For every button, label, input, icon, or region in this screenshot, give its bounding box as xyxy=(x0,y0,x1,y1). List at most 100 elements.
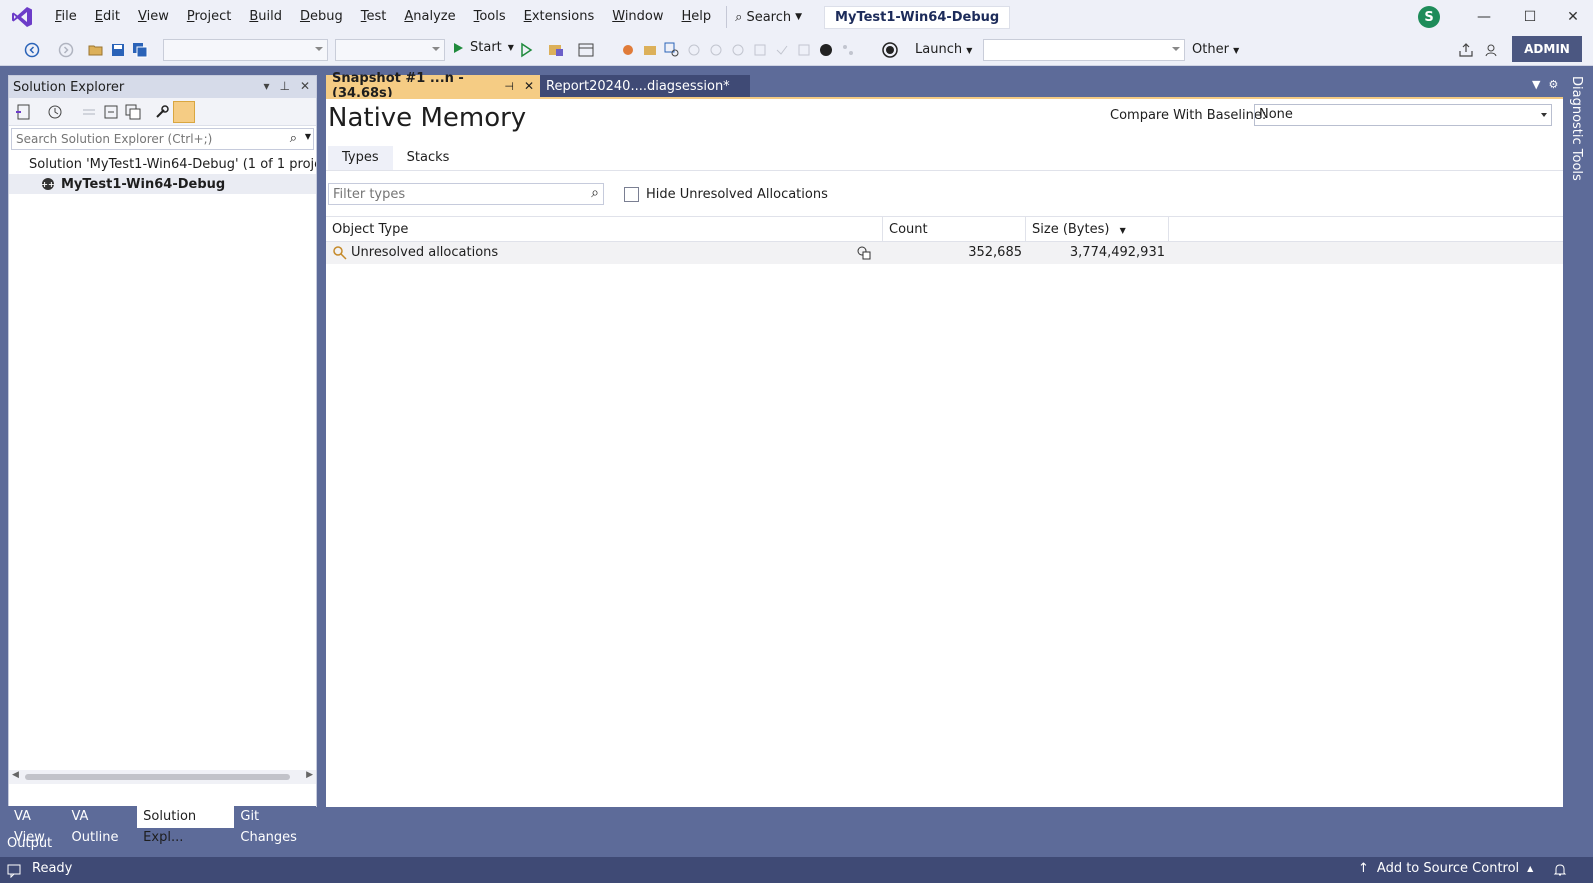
chevron-down-icon[interactable]: ▾ xyxy=(263,79,269,93)
history-icon[interactable] xyxy=(47,104,63,120)
tree-item-solution[interactable]: Solution 'MyTest1-Win64-Debug' (1 of 1 p… xyxy=(9,154,316,174)
tab-stacks[interactable]: Stacks xyxy=(393,146,464,170)
notification-output-icon[interactable] xyxy=(6,862,22,878)
bell-icon[interactable] xyxy=(1552,862,1568,878)
debug-tool-icon[interactable] xyxy=(642,42,658,58)
close-icon[interactable]: ✕ xyxy=(524,79,534,93)
menu-help[interactable]: Help xyxy=(673,0,721,34)
open-folder-icon[interactable] xyxy=(88,42,104,58)
switch-views-icon[interactable] xyxy=(15,104,31,120)
find-in-files-icon[interactable] xyxy=(664,42,680,58)
document-tabs: Snapshot #1 ...n - (34.68s) ⊣ ✕ Report20… xyxy=(326,71,750,101)
menu-project[interactable]: Project xyxy=(178,0,241,34)
account-avatar[interactable]: S xyxy=(1418,6,1440,28)
scroll-left-icon[interactable]: ◀ xyxy=(12,770,19,780)
other-button[interactable]: Other ▼ xyxy=(1192,42,1239,57)
preview-selected-items-icon[interactable] xyxy=(173,101,195,123)
column-header-count[interactable]: Count xyxy=(883,217,1026,241)
chevron-down-icon: ▼ xyxy=(1233,46,1240,55)
menu-extensions[interactable]: Extensions xyxy=(515,0,604,34)
scroll-right-icon[interactable]: ▶ xyxy=(306,770,313,780)
diagnostic-tools-rail[interactable]: Diagnostic Tools xyxy=(1565,70,1593,810)
share-icon[interactable] xyxy=(1458,42,1474,58)
menu-debug[interactable]: Debug xyxy=(291,0,352,34)
solution-platform-combo[interactable] xyxy=(335,39,445,61)
admin-button[interactable]: ADMIN xyxy=(1512,36,1582,62)
svg-text:++: ++ xyxy=(41,180,54,189)
browser-link-icon[interactable] xyxy=(548,42,564,58)
menu-tools[interactable]: Tools xyxy=(465,0,515,34)
tab-va-view[interactable]: VA View xyxy=(8,806,66,845)
start-label: Start xyxy=(470,40,502,55)
table-row[interactable]: Unresolved allocations 352,685 3,774,492… xyxy=(326,242,1563,264)
start-without-debugging-icon[interactable] xyxy=(518,42,534,58)
tab-git-changes[interactable]: Git Changes xyxy=(234,806,316,845)
sync-icon[interactable] xyxy=(81,104,97,120)
search-label: Search xyxy=(746,9,792,25)
search-icon[interactable]: ⌕ xyxy=(290,131,297,146)
save-all-icon[interactable] xyxy=(132,42,148,58)
feedback-icon[interactable] xyxy=(1484,42,1500,58)
menu-analyze[interactable]: Analyze xyxy=(395,0,464,34)
close-icon[interactable]: ✕ xyxy=(300,79,310,93)
solution-search-input[interactable] xyxy=(12,129,282,149)
debug-tool-icon[interactable] xyxy=(620,42,636,58)
menu-window[interactable]: Window xyxy=(603,0,672,34)
disabled-tool-icon xyxy=(798,44,810,56)
pin-icon[interactable]: ⊥ xyxy=(279,79,289,93)
horizontal-scrollbar[interactable]: ◀ ▶ xyxy=(9,770,316,784)
filter-types-input[interactable] xyxy=(329,184,579,204)
chevron-down-icon: ▼ xyxy=(966,46,973,55)
target-icon[interactable] xyxy=(882,42,898,58)
solution-configuration-combo[interactable] xyxy=(163,39,328,61)
checkbox-box[interactable] xyxy=(624,187,639,202)
menu-view[interactable]: View xyxy=(129,0,178,34)
pin-icon[interactable]: ⊣ xyxy=(504,80,514,93)
gear-icon[interactable]: ⚙ xyxy=(1548,78,1558,91)
tab-types[interactable]: Types xyxy=(328,146,393,170)
show-all-files-icon[interactable] xyxy=(125,104,141,120)
collapse-all-icon[interactable] xyxy=(103,104,119,120)
disabled-tool-icon xyxy=(688,44,700,56)
tab-snapshot[interactable]: Snapshot #1 ...n - (34.68s) ⊣ ✕ xyxy=(326,71,540,101)
baseline-select[interactable]: None xyxy=(1254,104,1552,126)
menu-file[interactable]: File xyxy=(46,0,86,34)
maximize-button[interactable]: ☐ xyxy=(1507,0,1553,34)
output-tab[interactable]: Output xyxy=(7,836,52,851)
save-icon[interactable] xyxy=(110,42,126,58)
add-to-source-control-button[interactable]: ↑ Add to Source Control ▲ xyxy=(1358,861,1533,876)
visual-studio-logo-icon[interactable] xyxy=(8,3,36,31)
navigate-forward-icon[interactable] xyxy=(58,42,74,58)
unresolved-allocation-icon xyxy=(333,246,347,260)
layout-icon[interactable] xyxy=(578,42,594,58)
tab-va-outline[interactable]: VA Outline xyxy=(65,806,138,845)
navigate-back-icon[interactable] xyxy=(24,42,40,58)
scrollbar-thumb[interactable] xyxy=(25,774,290,780)
solution-explorer-title: Solution Explorer xyxy=(13,79,125,95)
record-icon[interactable] xyxy=(818,42,834,58)
column-header-size[interactable]: Size (Bytes) ▼ xyxy=(1026,217,1169,241)
size-header-label: Size (Bytes) xyxy=(1032,222,1110,237)
column-header-object-type[interactable]: Object Type xyxy=(326,217,883,241)
tab-solution-explorer[interactable]: Solution Expl... xyxy=(137,806,235,845)
object-types-table: Object Type Count Size (Bytes) ▼ Unresol… xyxy=(326,216,1563,264)
menu-edit[interactable]: Edit xyxy=(86,0,129,34)
search-icon[interactable]: ⌕ xyxy=(591,185,599,201)
disabled-tool-icon xyxy=(754,44,766,56)
launch-button[interactable]: Launch ▼ xyxy=(915,42,972,57)
close-button[interactable]: ✕ xyxy=(1553,0,1593,34)
tab-diagsession[interactable]: Report20240....diagsession* xyxy=(540,75,750,97)
launch-target-combo[interactable] xyxy=(983,39,1185,61)
view-instances-icon[interactable] xyxy=(857,246,871,260)
menu-test[interactable]: Test xyxy=(352,0,396,34)
menu-build[interactable]: Build xyxy=(240,0,291,34)
properties-wrench-icon[interactable] xyxy=(154,104,170,120)
hide-unresolved-checkbox[interactable]: Hide Unresolved Allocations xyxy=(624,187,828,202)
search-menu[interactable]: ⌕ Search ▼ xyxy=(726,6,810,28)
minimize-button[interactable]: — xyxy=(1461,0,1507,34)
disabled-tool-icon xyxy=(776,45,788,55)
chevron-down-icon[interactable]: ▼ xyxy=(1532,78,1540,91)
start-debugging-button[interactable]: Start ▼ xyxy=(452,40,514,55)
chevron-down-icon[interactable]: ▼ xyxy=(305,132,311,141)
tree-item-project[interactable]: ++ MyTest1-Win64-Debug xyxy=(9,174,316,194)
